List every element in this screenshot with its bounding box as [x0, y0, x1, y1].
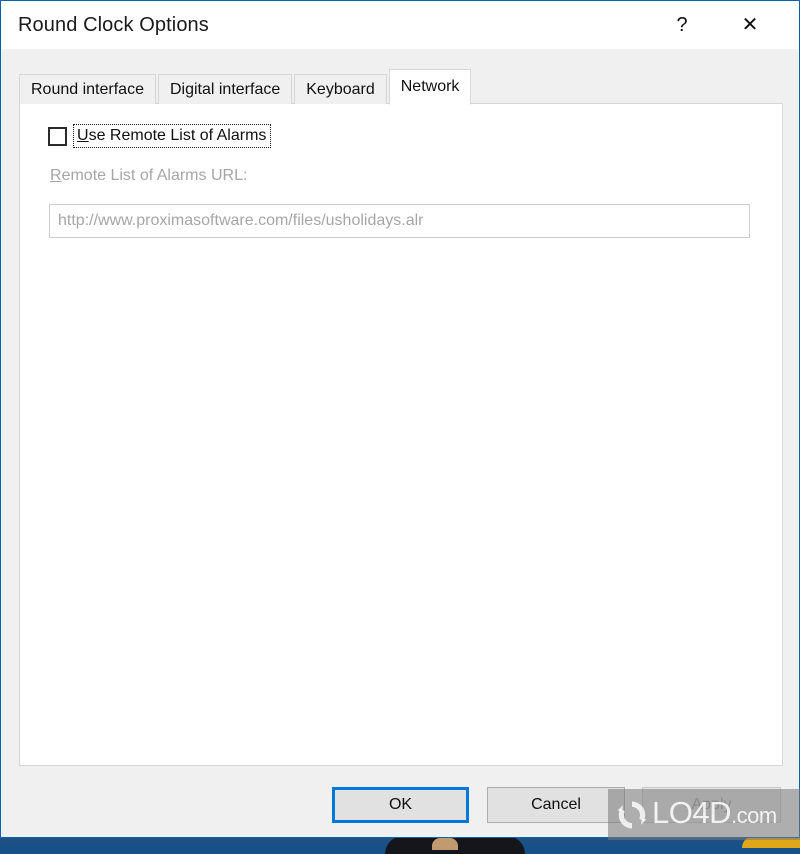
- tab-network[interactable]: Network: [388, 69, 472, 105]
- cancel-button-label: Cancel: [531, 796, 581, 813]
- page-title: Round Clock Options: [18, 13, 209, 36]
- remote-url-input[interactable]: http://www.proximasoftware.com/files/ush…: [49, 204, 750, 238]
- url-label-rest: emote List of Alarms URL:: [61, 167, 248, 184]
- title-bar: Round Clock Options ? ✕: [1, 1, 799, 49]
- remote-url-value: http://www.proximasoftware.com/files/ush…: [58, 212, 424, 229]
- tab-keyboard[interactable]: Keyboard: [294, 74, 387, 104]
- help-button[interactable]: ?: [659, 1, 705, 48]
- checkbox-label-accel: U: [77, 127, 89, 144]
- ok-button[interactable]: OK: [332, 787, 469, 823]
- ok-button-label: OK: [388, 796, 413, 813]
- tab-strip: Round interface Digital interface Keyboa…: [19, 69, 473, 105]
- close-icon: ✕: [741, 13, 759, 36]
- close-button[interactable]: ✕: [727, 1, 773, 48]
- cancel-button[interactable]: Cancel: [487, 787, 625, 823]
- checkbox-label-rest: se Remote List of Alarms: [88, 127, 267, 144]
- tab-label: Keyboard: [306, 80, 375, 98]
- network-tab-panel: Use Remote List of Alarms Remote List of…: [19, 103, 783, 766]
- use-remote-list-checkbox[interactable]: [48, 126, 67, 146]
- tab-round-interface[interactable]: Round interface: [19, 74, 156, 104]
- tab-label: Network: [400, 78, 460, 95]
- remote-url-label: Remote List of Alarms URL:: [50, 167, 247, 185]
- use-remote-list-row: Use Remote List of Alarms: [48, 124, 272, 148]
- tab-digital-interface[interactable]: Digital interface: [157, 74, 293, 104]
- url-label-accel: R: [50, 167, 62, 184]
- use-remote-list-label[interactable]: Use Remote List of Alarms: [73, 124, 272, 148]
- tab-label: Digital interface: [169, 80, 281, 98]
- question-mark-icon: ?: [676, 13, 688, 36]
- tab-label: Round interface: [31, 80, 144, 98]
- apply-button-label: Apply: [691, 796, 732, 813]
- apply-button: Apply: [642, 787, 781, 823]
- options-dialog: Round Clock Options ? ✕ Round interface …: [0, 0, 800, 838]
- dialog-button-bar: OK Cancel Apply: [1, 787, 799, 837]
- desktop-figure-face: [432, 838, 458, 850]
